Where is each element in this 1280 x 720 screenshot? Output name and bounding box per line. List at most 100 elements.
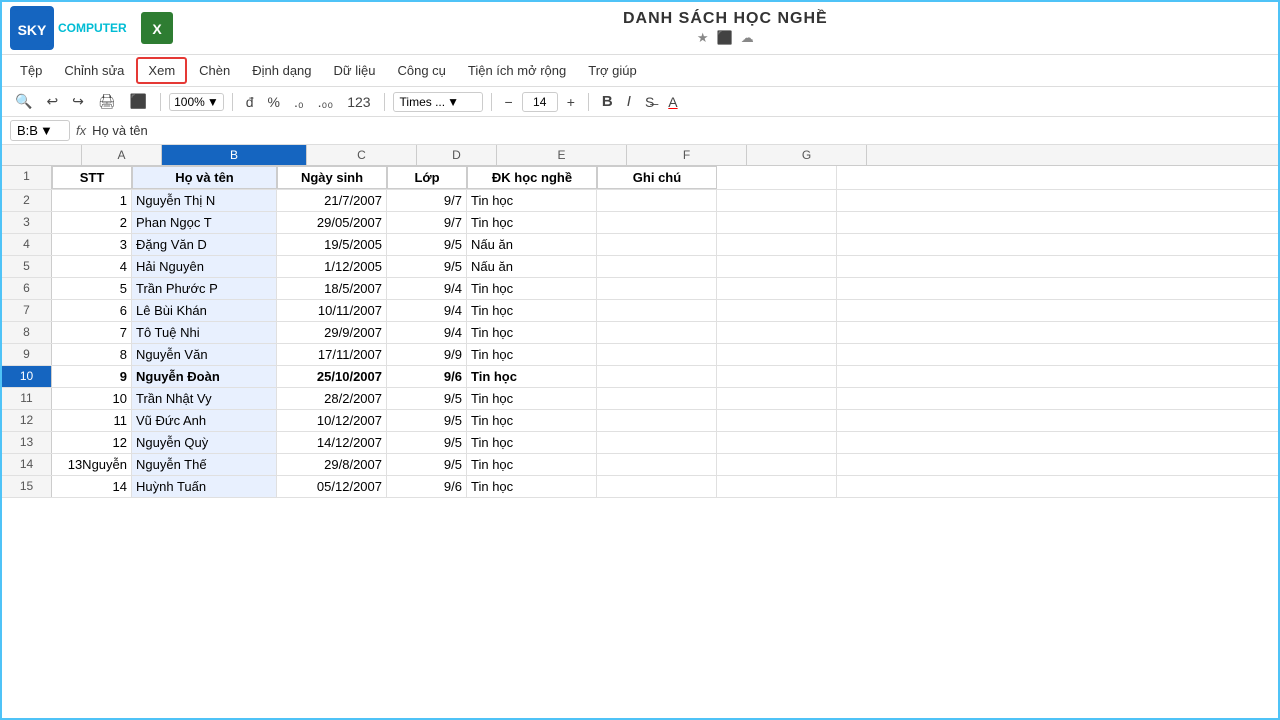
cell-lop-12[interactable]: 9/5 <box>387 410 467 431</box>
cell-lop-14[interactable]: 9/5 <box>387 454 467 475</box>
cell-ho-ten-7[interactable]: Lê Bùi Khán <box>132 300 277 321</box>
cell-ho-ten-15[interactable]: Huỳnh Tuấn <box>132 476 277 497</box>
cell-ngay-sinh-6[interactable]: 18/5/2007 <box>277 278 387 299</box>
col-header-a[interactable]: A <box>82 145 162 165</box>
font-size-plus-btn[interactable]: + <box>562 91 580 113</box>
cell-stt-9[interactable]: 8 <box>52 344 132 365</box>
cell-ghi-chu-12[interactable] <box>597 410 717 431</box>
cell-ho-ten-13[interactable]: Nguyễn Quỳ <box>132 432 277 453</box>
col-header-g[interactable]: G <box>747 145 867 165</box>
cell-reference[interactable]: B:B ▼ <box>10 120 70 141</box>
menu-du-lieu[interactable]: Dữ liệu <box>324 59 386 82</box>
font-size-box[interactable]: 14 <box>522 92 558 112</box>
cell-ghi-chu-5[interactable] <box>597 256 717 277</box>
cell-stt-3[interactable]: 2 <box>52 212 132 233</box>
cell-ngay-sinh-9[interactable]: 17/11/2007 <box>277 344 387 365</box>
cell-ghi-chu-6[interactable] <box>597 278 717 299</box>
cell-ngay-sinh-5[interactable]: 1/12/2005 <box>277 256 387 277</box>
header-stt[interactable]: STT <box>52 166 132 189</box>
cell-stt-7[interactable]: 6 <box>52 300 132 321</box>
formula-input[interactable] <box>92 123 1270 138</box>
text-color-btn[interactable]: A <box>663 91 682 113</box>
cell-ghi-chu-10[interactable] <box>597 366 717 387</box>
cell-ghi-chu-15[interactable] <box>597 476 717 497</box>
cell-ghi-chu-4[interactable] <box>597 234 717 255</box>
cell-dk-8[interactable]: Tin học <box>467 322 597 343</box>
cell-ghi-chu-7[interactable] <box>597 300 717 321</box>
cell-ref-dropdown[interactable]: ▼ <box>40 123 53 138</box>
cell-ngay-sinh-14[interactable]: 29/8/2007 <box>277 454 387 475</box>
cell-ngay-sinh-3[interactable]: 29/05/2007 <box>277 212 387 233</box>
format-123-btn[interactable]: 123 <box>342 91 375 113</box>
cell-dk-5[interactable]: Nấu ăn <box>467 256 597 277</box>
font-dropdown-icon[interactable]: ▼ <box>447 95 459 109</box>
col-header-c[interactable]: C <box>307 145 417 165</box>
currency-btn[interactable]: đ <box>241 91 259 113</box>
cell-lop-10[interactable]: 9/6 <box>387 366 467 387</box>
save-icon[interactable]: ⬛ <box>717 30 733 46</box>
percent-btn[interactable]: % <box>263 91 285 113</box>
cell-ngay-sinh-15[interactable]: 05/12/2007 <box>277 476 387 497</box>
strikethrough-btn[interactable]: S̶ <box>640 91 659 113</box>
cell-ngay-sinh-2[interactable]: 21/7/2007 <box>277 190 387 211</box>
menu-tep[interactable]: Tệp <box>10 59 52 82</box>
cell-ngay-sinh-10[interactable]: 25/10/2007 <box>277 366 387 387</box>
header-ghi-chu[interactable]: Ghi chú <box>597 166 717 189</box>
cell-stt-12[interactable]: 11 <box>52 410 132 431</box>
col-header-b[interactable]: B <box>162 145 307 165</box>
cell-lop-13[interactable]: 9/5 <box>387 432 467 453</box>
cell-dk-3[interactable]: Tin học <box>467 212 597 233</box>
cell-stt-10[interactable]: 9 <box>52 366 132 387</box>
cell-stt-8[interactable]: 7 <box>52 322 132 343</box>
decimal-less-btn[interactable]: .₀ <box>289 91 309 113</box>
cell-ho-ten-8[interactable]: Tô Tuệ Nhi <box>132 322 277 343</box>
print-btn[interactable]: 🖨 <box>93 90 121 113</box>
font-selector[interactable]: Times ... ▼ <box>393 92 483 112</box>
cell-stt-2[interactable]: 1 <box>52 190 132 211</box>
menu-chen[interactable]: Chèn <box>189 59 240 82</box>
cell-lop-6[interactable]: 9/4 <box>387 278 467 299</box>
cell-ho-ten-3[interactable]: Phan Ngọc T <box>132 212 277 233</box>
cell-stt-15[interactable]: 14 <box>52 476 132 497</box>
cell-ghi-chu-3[interactable] <box>597 212 717 233</box>
menu-xem[interactable]: Xem <box>136 57 187 84</box>
cell-dk-11[interactable]: Tin học <box>467 388 597 409</box>
cell-ghi-chu-14[interactable] <box>597 454 717 475</box>
cloud-icon[interactable]: ☁ <box>741 30 754 46</box>
cell-lop-7[interactable]: 9/4 <box>387 300 467 321</box>
decimal-more-btn[interactable]: .₀₀ <box>313 91 339 113</box>
col-header-e[interactable]: E <box>497 145 627 165</box>
cell-ho-ten-9[interactable]: Nguyễn Văn <box>132 344 277 365</box>
cell-ghi-chu-2[interactable] <box>597 190 717 211</box>
header-dk-hoc-nghe[interactable]: ĐK học nghề <box>467 166 597 189</box>
cell-ngay-sinh-4[interactable]: 19/5/2005 <box>277 234 387 255</box>
menu-chinh-sua[interactable]: Chỉnh sửa <box>54 59 134 82</box>
cell-lop-9[interactable]: 9/9 <box>387 344 467 365</box>
cell-stt-5[interactable]: 4 <box>52 256 132 277</box>
cell-stt-4[interactable]: 3 <box>52 234 132 255</box>
col-header-d[interactable]: D <box>417 145 497 165</box>
cell-ho-ten-10[interactable]: Nguyễn Đoàn <box>132 366 277 387</box>
cell-ghi-chu-9[interactable] <box>597 344 717 365</box>
font-size-minus-btn[interactable]: − <box>500 91 518 113</box>
cell-ghi-chu-8[interactable] <box>597 322 717 343</box>
star-icon[interactable]: ★ <box>697 30 709 46</box>
bold-btn[interactable]: B <box>597 90 618 113</box>
cell-dk-2[interactable]: Tin học <box>467 190 597 211</box>
col-header-f[interactable]: F <box>627 145 747 165</box>
cell-lop-15[interactable]: 9/6 <box>387 476 467 497</box>
cell-ho-ten-4[interactable]: Đặng Văn D <box>132 234 277 255</box>
cell-dk-15[interactable]: Tin học <box>467 476 597 497</box>
cell-stt-11[interactable]: 10 <box>52 388 132 409</box>
header-ho-ten[interactable]: Họ và tên <box>132 166 277 189</box>
cell-ngay-sinh-8[interactable]: 29/9/2007 <box>277 322 387 343</box>
cell-ho-ten-2[interactable]: Nguyễn Thị N <box>132 190 277 211</box>
cell-stt-14[interactable]: 13Nguyễn <box>52 454 132 475</box>
cell-ho-ten-11[interactable]: Trần Nhật Vy <box>132 388 277 409</box>
cell-ghi-chu-13[interactable] <box>597 432 717 453</box>
cell-ho-ten-14[interactable]: Nguyễn Thế <box>132 454 277 475</box>
cell-lop-2[interactable]: 9/7 <box>387 190 467 211</box>
cell-dk-6[interactable]: Tin học <box>467 278 597 299</box>
redo-btn[interactable]: ↪ <box>67 90 89 113</box>
zoom-control[interactable]: 100% ▼ <box>169 93 224 111</box>
